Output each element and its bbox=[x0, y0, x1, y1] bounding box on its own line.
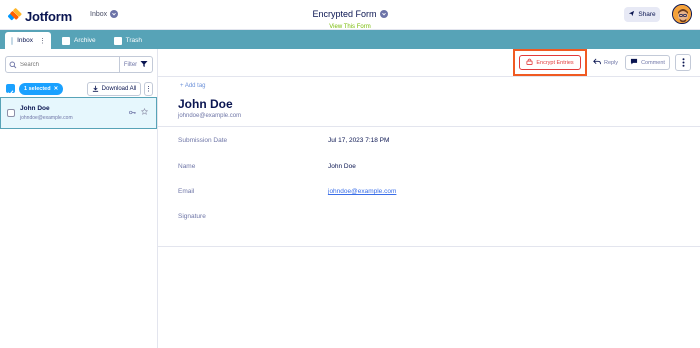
avatar[interactable] bbox=[672, 4, 692, 24]
app-header: Jotform Inbox Encrypted Form View This F… bbox=[0, 0, 700, 30]
tab-archive[interactable]: Archive bbox=[56, 32, 102, 49]
kebab-icon[interactable]: ⋮ bbox=[39, 37, 46, 45]
tab-trash-label: Trash bbox=[125, 37, 142, 44]
field-value-submission-date: Jul 17, 2023 7:18 PM bbox=[328, 137, 390, 144]
share-icon bbox=[628, 10, 635, 19]
filter-label: Filter bbox=[123, 61, 138, 68]
selection-row: 1 selected ✕ Download All ⋮ bbox=[5, 82, 153, 96]
entry-email: johndoe@example.com bbox=[20, 115, 73, 121]
tab-trash[interactable]: Trash bbox=[108, 32, 148, 49]
filter-icon bbox=[140, 60, 148, 70]
search-input[interactable] bbox=[20, 61, 116, 68]
submission-name: John Doe bbox=[178, 97, 233, 111]
encrypt-entries-button[interactable]: Encrypt Entries bbox=[519, 55, 581, 70]
form-title-area: Encrypted Form View This Form bbox=[0, 4, 700, 30]
list-item[interactable]: John Doe johndoe@example.com bbox=[0, 97, 157, 129]
submission-detail-panel: Encrypt Entries Reply Comment + Add tag … bbox=[158, 49, 700, 348]
field-label-name: Name bbox=[178, 163, 196, 170]
list-more-button[interactable]: ⋮ bbox=[144, 82, 153, 96]
search-box: Filter bbox=[5, 56, 153, 73]
add-tag-button[interactable]: + Add tag bbox=[180, 83, 206, 89]
filter-button[interactable]: Filter bbox=[119, 57, 152, 72]
key-icon bbox=[129, 102, 136, 120]
chevron-down-icon bbox=[379, 10, 388, 18]
field-label-email: Email bbox=[178, 188, 195, 195]
trash-icon bbox=[114, 36, 122, 45]
field-value-email[interactable]: johndoe@example.com bbox=[328, 188, 396, 195]
tab-archive-label: Archive bbox=[74, 37, 96, 44]
lock-icon bbox=[526, 58, 533, 67]
tab-inbox-label: Inbox bbox=[17, 37, 33, 44]
more-options-button[interactable] bbox=[675, 54, 691, 71]
reply-icon bbox=[593, 58, 601, 67]
kebab-icon bbox=[682, 54, 685, 72]
download-all-label: Download All bbox=[101, 86, 137, 92]
reply-button[interactable]: Reply bbox=[590, 55, 621, 70]
form-title-dropdown[interactable]: Encrypted Form bbox=[312, 9, 388, 19]
field-label-signature: Signature bbox=[178, 213, 206, 220]
comment-button[interactable]: Comment bbox=[625, 55, 670, 70]
inbox-icon bbox=[11, 36, 14, 45]
toolbar-divider bbox=[158, 76, 700, 77]
download-icon bbox=[92, 85, 99, 94]
field-value-name: John Doe bbox=[328, 163, 356, 170]
submissions-list-panel: Filter 1 selected ✕ Download All ⋮ John … bbox=[0, 49, 158, 348]
detail-divider bbox=[158, 126, 700, 127]
reply-label: Reply bbox=[603, 59, 619, 66]
selected-count-badge[interactable]: 1 selected ✕ bbox=[19, 83, 64, 95]
star-icon[interactable] bbox=[140, 102, 149, 120]
encrypt-entries-label: Encrypt Entries bbox=[536, 59, 574, 66]
tab-bar: Inbox ⋮ Archive Trash bbox=[0, 30, 700, 49]
share-button[interactable]: Share bbox=[624, 7, 660, 22]
comment-icon bbox=[630, 58, 638, 67]
archive-icon bbox=[62, 36, 70, 45]
search-icon bbox=[6, 61, 20, 69]
detail-bottom-divider bbox=[158, 246, 700, 247]
selected-count-label: 1 selected bbox=[24, 86, 51, 92]
entry-flags bbox=[129, 102, 149, 120]
download-all-button[interactable]: Download All bbox=[87, 82, 141, 96]
comment-label: Comment bbox=[641, 59, 665, 66]
entry-checkbox[interactable] bbox=[7, 109, 15, 117]
entry-name: John Doe bbox=[20, 105, 50, 112]
share-label: Share bbox=[638, 11, 656, 18]
tab-inbox[interactable]: Inbox ⋮ bbox=[5, 32, 51, 49]
form-title: Encrypted Form bbox=[312, 9, 377, 19]
submission-email: johndoe@example.com bbox=[178, 113, 242, 119]
close-icon[interactable]: ✕ bbox=[54, 86, 59, 92]
select-all-checkbox[interactable] bbox=[6, 84, 15, 96]
field-label-submission-date: Submission Date bbox=[178, 137, 228, 144]
